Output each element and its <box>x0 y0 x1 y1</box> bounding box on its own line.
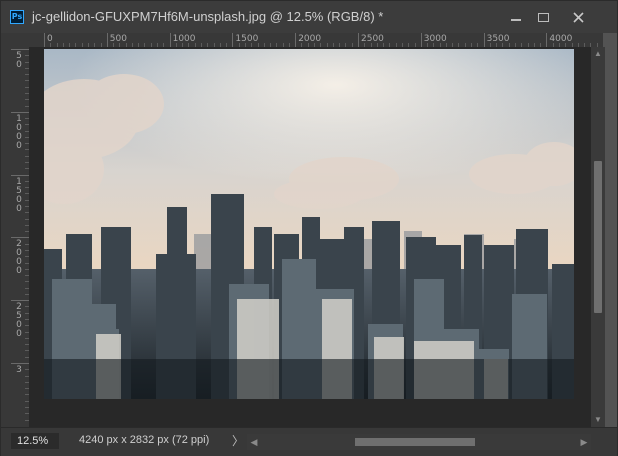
ruler-major-tick <box>546 33 548 47</box>
document-size-info: 4240 px x 2832 px (72 ppi) <box>79 434 210 446</box>
ruler-major-tick <box>420 33 422 47</box>
horizontal-scroll-thumb[interactable] <box>355 438 475 446</box>
vertical-scrollbar[interactable]: ▲ ▼ <box>591 47 605 427</box>
maximize-icon <box>537 12 549 22</box>
scroll-left-icon[interactable]: ◀ <box>247 434 261 450</box>
document-tab-title[interactable]: jc-gellidon-GFUXPM7Hf6M-unsplash.jpg @ 1… <box>32 9 383 24</box>
vertical-ruler[interactable]: 50 1000 1500 2000 2500 3 <box>11 47 30 427</box>
ruler-major-tick <box>169 33 171 47</box>
horizontal-ruler[interactable]: 0 500 1000 1500 2000 2500 3000 3500 4000 <box>29 33 603 48</box>
ruler-major-tick <box>295 33 297 47</box>
close-icon <box>572 11 584 23</box>
ruler-major-tick <box>358 33 359 47</box>
ruler-left-label: 2500 <box>16 302 22 340</box>
scroll-right-icon[interactable]: ▶ <box>577 434 591 450</box>
title-bar[interactable]: Ps jc-gellidon-GFUXPM7Hf6M-unsplash.jpg … <box>1 1 617 33</box>
ruler-major-tick <box>11 111 29 113</box>
city-skyline-photo <box>44 49 574 399</box>
ruler-major-tick <box>11 174 29 176</box>
horizontal-scrollbar[interactable]: ◀ ▶ <box>247 434 591 450</box>
left-gutter <box>1 33 11 427</box>
ruler-left-label: 1500 <box>16 176 22 214</box>
close-button[interactable] <box>563 6 593 28</box>
ruler-major-tick <box>11 49 29 50</box>
ruler-major-tick <box>483 33 485 47</box>
ruler-major-tick <box>11 237 29 239</box>
ruler-left-label: 3 <box>16 365 22 375</box>
document-window: Ps jc-gellidon-GFUXPM7Hf6M-unsplash.jpg … <box>0 0 618 456</box>
ruler-major-tick <box>106 33 108 47</box>
ruler-left-label: 50 <box>16 51 22 70</box>
ruler-major-tick <box>232 33 234 47</box>
vertical-scroll-thumb[interactable] <box>594 161 602 313</box>
scroll-up-icon[interactable]: ▲ <box>591 47 605 61</box>
ruler-major-tick <box>11 363 29 364</box>
status-menu-arrow-icon[interactable]: 〉 <box>232 432 244 449</box>
ruler-left-label: 1000 <box>16 113 22 151</box>
scroll-down-icon[interactable]: ▼ <box>591 413 605 427</box>
maximize-button[interactable] <box>528 6 558 28</box>
minimize-button[interactable] <box>501 6 531 28</box>
document-image[interactable] <box>44 49 574 399</box>
ruler-major-tick <box>44 33 45 47</box>
zoom-level-field[interactable]: 12.5% <box>11 433 59 449</box>
minimize-icon <box>511 19 521 21</box>
photoshop-icon: Ps <box>10 10 24 24</box>
status-bar: 12.5% 4240 px x 2832 px (72 ppi) 〉 ◀ ▶ <box>1 427 617 456</box>
ruler-origin[interactable] <box>11 33 30 48</box>
ruler-left-label: 2000 <box>16 239 22 277</box>
ruler-major-tick <box>11 300 29 302</box>
